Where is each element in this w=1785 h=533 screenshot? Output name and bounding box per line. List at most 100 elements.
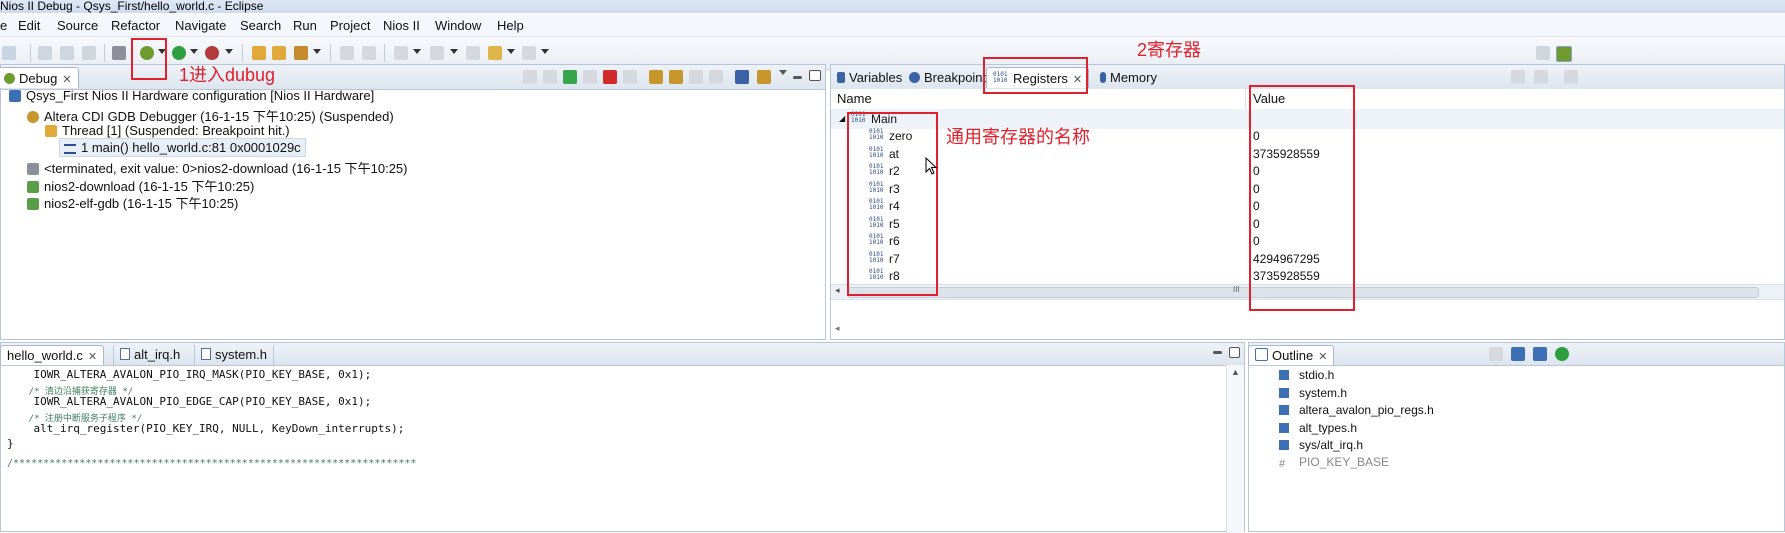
- menu-edit[interactable]: Edit: [18, 18, 40, 33]
- next-annotation-icon[interactable]: [394, 46, 408, 60]
- outline-item-alt-irq[interactable]: sys/alt_irq.h: [1279, 438, 1363, 452]
- run-dropdown-icon[interactable]: [190, 49, 198, 54]
- launch-config-item[interactable]: Qsys_First Nios II Hardware configuratio…: [9, 88, 374, 103]
- external-tools-icon[interactable]: [205, 46, 219, 60]
- tab-alt-irq-h[interactable]: alt_irq.h: [113, 345, 186, 365]
- tab-outline[interactable]: Outline ✕: [1248, 345, 1335, 367]
- use-step-filters-icon[interactable]: [757, 70, 771, 84]
- vertical-scrollbar[interactable]: ▲: [1226, 365, 1244, 533]
- variables-icon: [837, 72, 845, 83]
- minimize-icon[interactable]: [793, 76, 802, 79]
- open-perspective-icon[interactable]: [1536, 46, 1550, 60]
- menu-file[interactable]: e: [0, 18, 7, 33]
- open-folder-icon[interactable]: [252, 46, 266, 60]
- debug-target-icon: [27, 111, 39, 123]
- terminate-icon[interactable]: [603, 70, 617, 84]
- last-edit-icon[interactable]: [466, 46, 480, 60]
- menu-window[interactable]: Window: [435, 18, 481, 33]
- debug-perspective-icon[interactable]: [1556, 46, 1572, 62]
- outline-item-pio-key-base[interactable]: # PIO_KEY_BASE: [1279, 455, 1389, 470]
- build-dropdown-icon[interactable]: [313, 49, 321, 54]
- step-return-icon[interactable]: [689, 70, 703, 84]
- binary-icon[interactable]: [112, 46, 126, 60]
- scroll-left-icon[interactable]: ◂: [835, 285, 840, 296]
- annotation-registers-tab-box: [983, 57, 1088, 94]
- thread-item[interactable]: Thread [1] (Suspended: Breakpoint hit.): [45, 123, 290, 138]
- menu-navigate[interactable]: Navigate: [175, 18, 226, 33]
- detail-scroll-left-icon[interactable]: ◂: [835, 323, 840, 334]
- menu-nios2[interactable]: Nios II: [383, 18, 420, 33]
- hide-fields-icon[interactable]: [1511, 347, 1525, 361]
- scroll-up-icon[interactable]: ▲: [1231, 367, 1240, 377]
- instruction-stepping-icon[interactable]: [735, 70, 749, 84]
- code-area[interactable]: IOWR_ALTERA_AVALON_PIO_IRQ_MASK(PIO_KEY_…: [1, 365, 1226, 533]
- external-tools-dropdown-icon[interactable]: [225, 49, 233, 54]
- breakpoints-icon: [909, 72, 920, 83]
- include-icon: [1279, 388, 1289, 398]
- outline-item-system[interactable]: system.h: [1279, 386, 1347, 400]
- process-icon: [27, 163, 39, 175]
- connect-icon[interactable]: [543, 70, 557, 84]
- column-name[interactable]: Name: [837, 91, 872, 106]
- toolbar-action-icon[interactable]: [1511, 70, 1525, 84]
- hide-static-icon[interactable]: [1533, 347, 1547, 361]
- tab-variables[interactable]: Variables: [831, 67, 908, 88]
- pen-icon[interactable]: [340, 46, 354, 60]
- tab-hello-world-c[interactable]: hello_world.c ✕: [0, 345, 105, 367]
- suspend-icon[interactable]: [583, 70, 597, 84]
- macro-icon: #: [1279, 458, 1286, 470]
- prev-annotation-icon[interactable]: [430, 46, 444, 60]
- close-icon[interactable]: ✕: [1318, 347, 1327, 367]
- print-icon[interactable]: [82, 46, 96, 60]
- maximize-icon[interactable]: [809, 70, 821, 81]
- c-file-icon: [201, 348, 211, 360]
- close-icon[interactable]: ✕: [88, 347, 97, 367]
- stack-frame-icon: [64, 144, 76, 154]
- toolbar-action-icon[interactable]: [1534, 70, 1548, 84]
- prev-annotation-dropdown-icon[interactable]: [450, 49, 458, 54]
- disconnect-icon[interactable]: [623, 70, 637, 84]
- annotation-debug-box: [131, 38, 167, 80]
- resume-icon[interactable]: [563, 70, 577, 84]
- process-icon: [27, 181, 39, 193]
- annotation-names-box: [847, 112, 938, 296]
- menu-project[interactable]: Project: [330, 18, 370, 33]
- back-dropdown-icon[interactable]: [507, 49, 515, 54]
- memory-icon: [1100, 72, 1106, 83]
- tab-memory[interactable]: Memory: [1094, 67, 1163, 88]
- view-menu-icon[interactable]: [1564, 70, 1578, 84]
- maximize-icon[interactable]: [1229, 347, 1240, 358]
- back-icon[interactable]: [488, 46, 502, 60]
- next-annotation-dropdown-icon[interactable]: [413, 49, 421, 54]
- view-menu-icon[interactable]: [779, 70, 787, 75]
- hide-nonpublic-icon[interactable]: [1555, 347, 1569, 361]
- minimize-icon[interactable]: [1213, 351, 1222, 354]
- save-icon[interactable]: [38, 46, 52, 60]
- tab-system-h[interactable]: system.h: [194, 345, 275, 365]
- terminated-process-item[interactable]: <terminated, exit value: 0>nios2-downloa…: [27, 158, 408, 177]
- forward-dropdown-icon[interactable]: [541, 49, 549, 54]
- outline-item-pio-regs[interactable]: altera_avalon_pio_regs.h: [1279, 403, 1434, 417]
- step-into-icon[interactable]: [649, 70, 663, 84]
- remove-terminated-icon[interactable]: [523, 70, 537, 84]
- menu-refactor[interactable]: Refactor: [111, 18, 160, 33]
- menu-help[interactable]: Help: [497, 18, 524, 33]
- open-project-icon[interactable]: [272, 46, 286, 60]
- step-over-icon[interactable]: [669, 70, 683, 84]
- menu-run[interactable]: Run: [293, 18, 317, 33]
- menu-source[interactable]: Source: [57, 18, 98, 33]
- sort-icon[interactable]: [1489, 347, 1503, 361]
- process-item-gdb[interactable]: nios2-elf-gdb (16-1-15 下午10:25): [27, 193, 238, 212]
- save-all-icon[interactable]: [60, 46, 74, 60]
- stack-frame-item[interactable]: 1 main() hello_world.c:81 0x0001029c: [59, 138, 306, 157]
- mark-icon[interactable]: [362, 46, 376, 60]
- run-icon[interactable]: [172, 46, 186, 60]
- outline-item-stdio[interactable]: stdio.h: [1279, 368, 1334, 382]
- build-icon[interactable]: [294, 46, 308, 60]
- forward-icon[interactable]: [522, 46, 536, 60]
- outline-item-alt-types[interactable]: alt_types.h: [1279, 421, 1357, 435]
- new-icon[interactable]: [2, 46, 16, 60]
- tab-debug[interactable]: Debug ✕: [0, 67, 79, 88]
- drop-to-frame-icon[interactable]: [709, 70, 723, 84]
- menu-search[interactable]: Search: [240, 18, 281, 33]
